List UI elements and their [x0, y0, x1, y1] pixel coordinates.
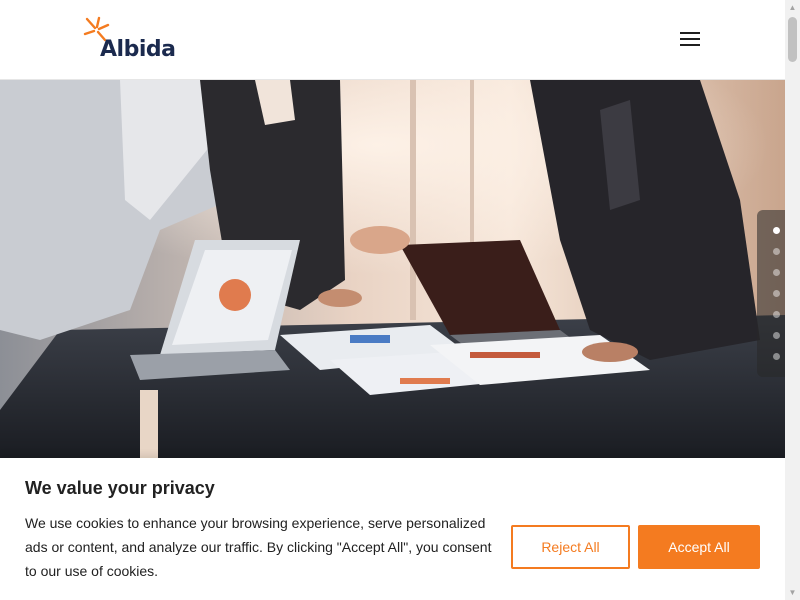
slide-dot-1[interactable]	[773, 227, 780, 234]
page: Albida We value your privacy We use cook…	[0, 0, 800, 600]
cookie-title: We value your privacy	[25, 478, 215, 498]
slide-dot-5[interactable]	[773, 311, 780, 318]
hero-meeting-illustration	[0, 80, 785, 480]
cookie-consent-banner: We value your privacy We use cookies to …	[0, 458, 785, 600]
hamburger-menu-icon[interactable]	[680, 31, 702, 48]
logo-text: Albida	[100, 37, 176, 62]
slide-dot-2[interactable]	[773, 248, 780, 255]
slide-dot-3[interactable]	[773, 269, 780, 276]
cookie-description: We use cookies to enhance your browsing …	[25, 515, 492, 579]
hero-image	[0, 80, 785, 480]
accept-all-button[interactable]: Accept All	[638, 525, 760, 569]
scroll-down-arrow-icon[interactable]: ▼	[785, 585, 800, 600]
slide-dot-6[interactable]	[773, 332, 780, 339]
site-header: Albida	[0, 0, 785, 80]
page-scrollbar[interactable]: ▲ ▼	[785, 0, 800, 600]
reject-all-button[interactable]: Reject All	[511, 525, 630, 569]
slide-dot-nav	[757, 210, 785, 377]
albida-logo[interactable]: Albida	[83, 16, 183, 64]
slide-dot-7[interactable]	[773, 353, 780, 360]
scroll-up-arrow-icon[interactable]: ▲	[785, 0, 800, 15]
slide-dot-4[interactable]	[773, 290, 780, 297]
scroll-thumb[interactable]	[788, 17, 797, 62]
